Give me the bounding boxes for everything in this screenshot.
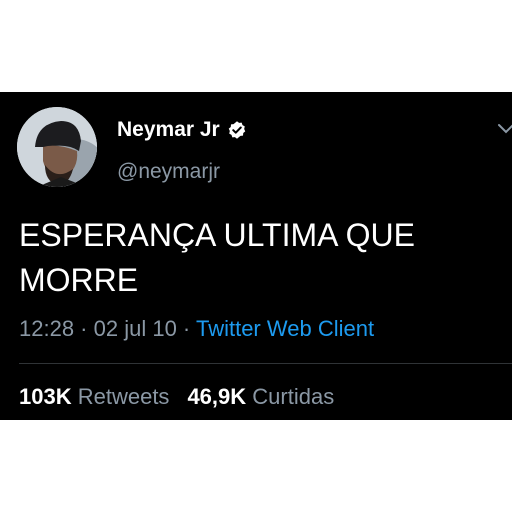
display-name-text[interactable]: Neymar Jr xyxy=(117,118,220,142)
tweet-stats: 103K Retweets 46,9K Curtidas xyxy=(19,384,334,410)
tweet-date[interactable]: 02 jul 10 xyxy=(94,316,177,341)
tweet-meta: 12:28 · 02 jul 10 · Twitter Web Client xyxy=(19,316,374,342)
tweet-source-link[interactable]: Twitter Web Client xyxy=(196,316,374,341)
tweet-card: Neymar Jr @neymarjr ESPERANÇA ULTIMA QUE… xyxy=(0,92,512,420)
user-handle[interactable]: @neymarjr xyxy=(117,160,220,184)
meta-separator: · xyxy=(176,316,196,341)
meta-separator: · xyxy=(74,316,94,341)
likes-label: Curtidas xyxy=(252,384,335,409)
likes-count: 46,9K xyxy=(187,384,247,409)
display-name[interactable]: Neymar Jr xyxy=(117,118,247,142)
divider xyxy=(19,363,512,364)
verified-icon xyxy=(227,120,247,140)
tweet-text-line: ESPERANÇA ULTIMA QUE xyxy=(19,217,415,253)
chevron-down-icon[interactable] xyxy=(496,122,512,136)
tweet-text: ESPERANÇA ULTIMA QUE MORRE xyxy=(19,213,499,303)
retweets-label: Retweets xyxy=(77,384,170,409)
tweet-text-line: MORRE xyxy=(19,262,139,298)
tweet-time[interactable]: 12:28 xyxy=(19,316,74,341)
avatar[interactable] xyxy=(17,107,97,187)
retweets-count: 103K xyxy=(19,384,72,409)
avatar-image xyxy=(17,107,97,187)
likes-stat[interactable]: 46,9K Curtidas xyxy=(187,384,334,409)
retweets-stat[interactable]: 103K Retweets xyxy=(19,384,169,409)
